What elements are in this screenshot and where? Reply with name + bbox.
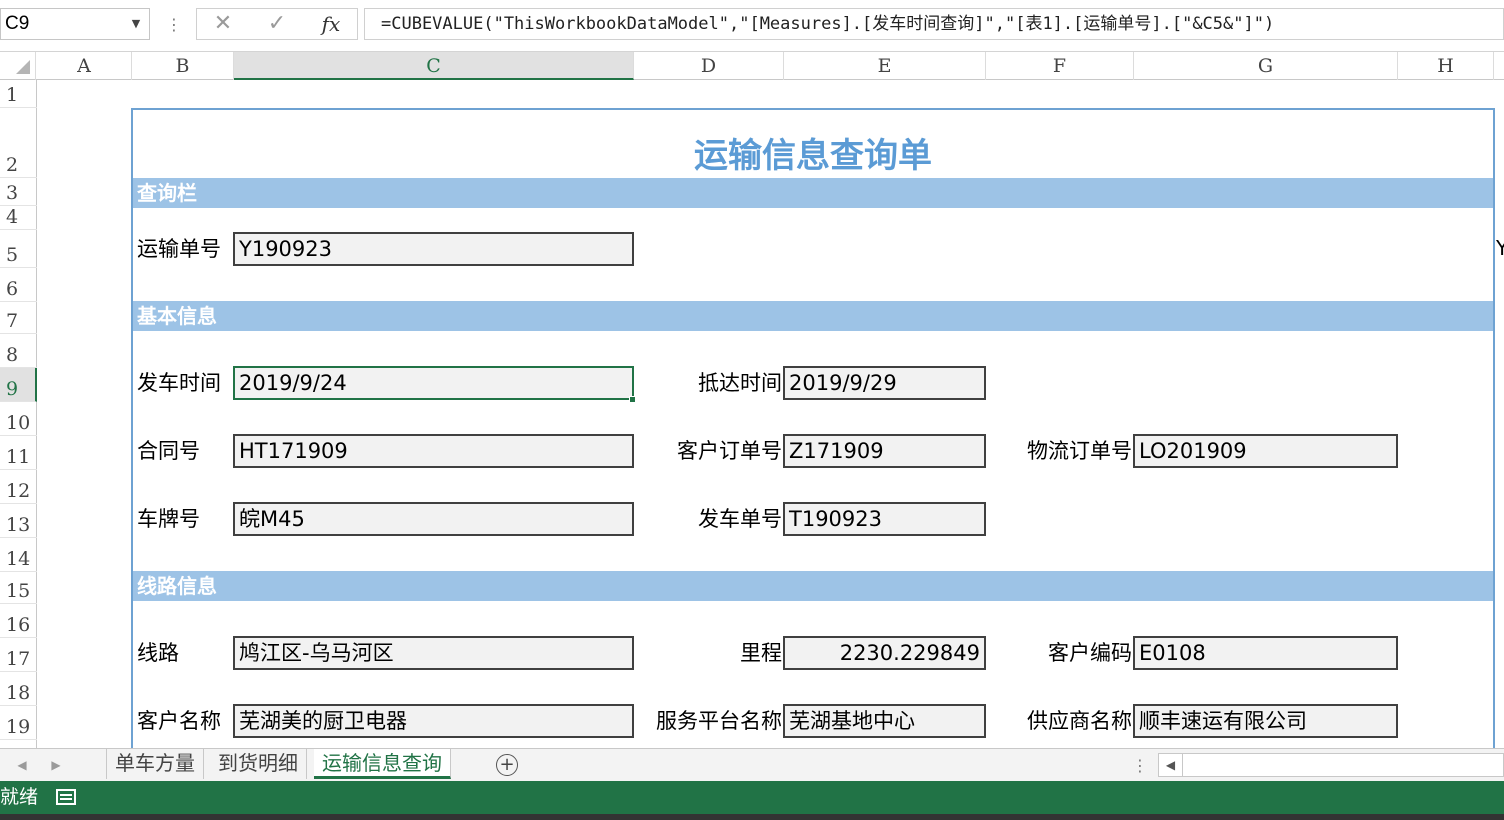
formula-bar: C9 ▼ ⋮ ✕ ✓ fx =CUBEVALUE("ThisWorkbookDa…: [0, 0, 1504, 52]
section-query: 查询栏: [133, 178, 1493, 208]
macro-record-icon[interactable]: [56, 789, 76, 805]
depart-time-label: 发车时间: [137, 371, 221, 395]
customer-name-label: 客户名称: [137, 709, 221, 733]
sheet-tab-bar: ◀ ▶ 单车方量 到货明细 运输信息查询 + ⋮ ◀: [0, 748, 1504, 781]
section-route-info: 线路信息: [133, 571, 1493, 601]
check-icon[interactable]: ✓: [251, 9, 303, 39]
more-vertical-icon[interactable]: ⋮: [164, 10, 184, 40]
plate-cell[interactable]: 皖M45: [233, 502, 634, 536]
waybill-input[interactable]: Y190923: [233, 232, 634, 266]
row-header-16[interactable]: 16: [0, 604, 37, 638]
column-header-f[interactable]: F: [986, 52, 1134, 80]
column-header-a[interactable]: A: [37, 52, 132, 80]
sheet-tab-1[interactable]: 单车方量: [106, 749, 204, 779]
customer-order-cell[interactable]: Z171909: [783, 434, 986, 468]
select-all-triangle-icon: [16, 60, 30, 74]
sheet-tab-2[interactable]: 到货明细: [210, 749, 307, 779]
offscreen-cell-text: Y: [1496, 236, 1504, 260]
waybill-label: 运输单号: [137, 237, 221, 261]
row-header-1[interactable]: 1: [0, 80, 37, 108]
column-header-d[interactable]: D: [634, 52, 784, 80]
row-header-19[interactable]: 19: [0, 706, 37, 740]
row-header-18[interactable]: 18: [0, 672, 37, 706]
splitter-dots-icon[interactable]: ⋮: [1132, 753, 1148, 779]
row-header-11[interactable]: 11: [0, 436, 37, 470]
status-text: 就绪: [0, 786, 39, 808]
contract-cell[interactable]: HT171909: [233, 434, 634, 468]
status-bar: 就绪: [0, 781, 1504, 814]
customer-code-cell[interactable]: E0108: [1133, 636, 1398, 670]
depart-time-cell[interactable]: 2019/9/24: [233, 366, 634, 400]
logistics-order-cell[interactable]: LO201909: [1133, 434, 1398, 468]
row-header-4[interactable]: 4: [0, 206, 37, 230]
supplier-cell[interactable]: 顺丰速运有限公司: [1133, 704, 1398, 738]
platform-label: 服务平台名称: [656, 709, 782, 733]
column-headers: A B C D E F G H: [0, 52, 1504, 80]
arrive-time-cell[interactable]: 2019/9/29: [783, 366, 986, 400]
arrive-time-label: 抵达时间: [698, 371, 782, 395]
formula-buttons: ✕ ✓ fx: [196, 8, 358, 40]
horizontal-scrollbar[interactable]: ◀: [1158, 753, 1504, 777]
depart-no-label: 发车单号: [698, 507, 782, 531]
column-header-g[interactable]: G: [1134, 52, 1398, 80]
column-header-b[interactable]: B: [132, 52, 234, 80]
column-header-e[interactable]: E: [784, 52, 986, 80]
row-headers: 1 2 3 4 5 6 7 8 9 10 11 12 13 14 15 16 1…: [0, 80, 37, 748]
column-header-c[interactable]: C: [234, 52, 634, 80]
row-header-15[interactable]: 15: [0, 572, 37, 604]
row-header-2[interactable]: 2: [0, 108, 37, 178]
customer-code-label: 客户编码: [1048, 641, 1132, 665]
row-header-12[interactable]: 12: [0, 470, 37, 504]
route-label: 线路: [137, 641, 179, 665]
row-header-6[interactable]: 6: [0, 268, 37, 302]
row-header-7[interactable]: 7: [0, 302, 37, 334]
row-header-5[interactable]: 5: [0, 230, 37, 268]
route-cell[interactable]: 鸠江区-乌马河区: [233, 636, 634, 670]
scroll-tabs-right-icon[interactable]: ▶: [44, 749, 68, 782]
contract-label: 合同号: [137, 439, 200, 463]
row-header-14[interactable]: 14: [0, 538, 37, 572]
row-header-17[interactable]: 17: [0, 638, 37, 672]
logistics-order-label: 物流订单号: [1027, 439, 1132, 463]
row-header-3[interactable]: 3: [0, 178, 37, 206]
row-header-8[interactable]: 8: [0, 334, 37, 368]
scroll-left-icon[interactable]: ◀: [1159, 754, 1183, 776]
mileage-cell[interactable]: 2230.229849: [783, 636, 986, 670]
close-icon[interactable]: ✕: [197, 9, 249, 39]
platform-cell[interactable]: 芜湖基地中心: [783, 704, 986, 738]
add-sheet-icon[interactable]: +: [496, 754, 518, 776]
column-header-h[interactable]: H: [1398, 52, 1494, 80]
scroll-tabs-left-icon[interactable]: ◀: [10, 749, 34, 782]
insert-function-button[interactable]: fx: [305, 9, 357, 39]
taskbar-edge: [0, 814, 1504, 820]
chevron-down-icon[interactable]: ▼: [128, 12, 144, 36]
depart-no-cell[interactable]: T190923: [783, 502, 986, 536]
formula-input[interactable]: =CUBEVALUE("ThisWorkbookDataModel","[Mea…: [364, 8, 1504, 40]
sheet-tab-3[interactable]: 运输信息查询: [314, 749, 451, 779]
select-all-button[interactable]: [0, 52, 36, 80]
row-header-9[interactable]: 9: [0, 368, 37, 402]
customer-order-label: 客户订单号: [677, 439, 782, 463]
plate-label: 车牌号: [137, 507, 200, 531]
row-header-13[interactable]: 13: [0, 504, 37, 538]
section-basic-info: 基本信息: [133, 301, 1493, 331]
mileage-label: 里程: [740, 641, 782, 665]
page-title: 运输信息查询单: [694, 136, 932, 176]
customer-name-cell[interactable]: 芜湖美的厨卫电器: [233, 704, 634, 738]
row-header-10[interactable]: 10: [0, 402, 37, 436]
supplier-label: 供应商名称: [1027, 709, 1132, 733]
